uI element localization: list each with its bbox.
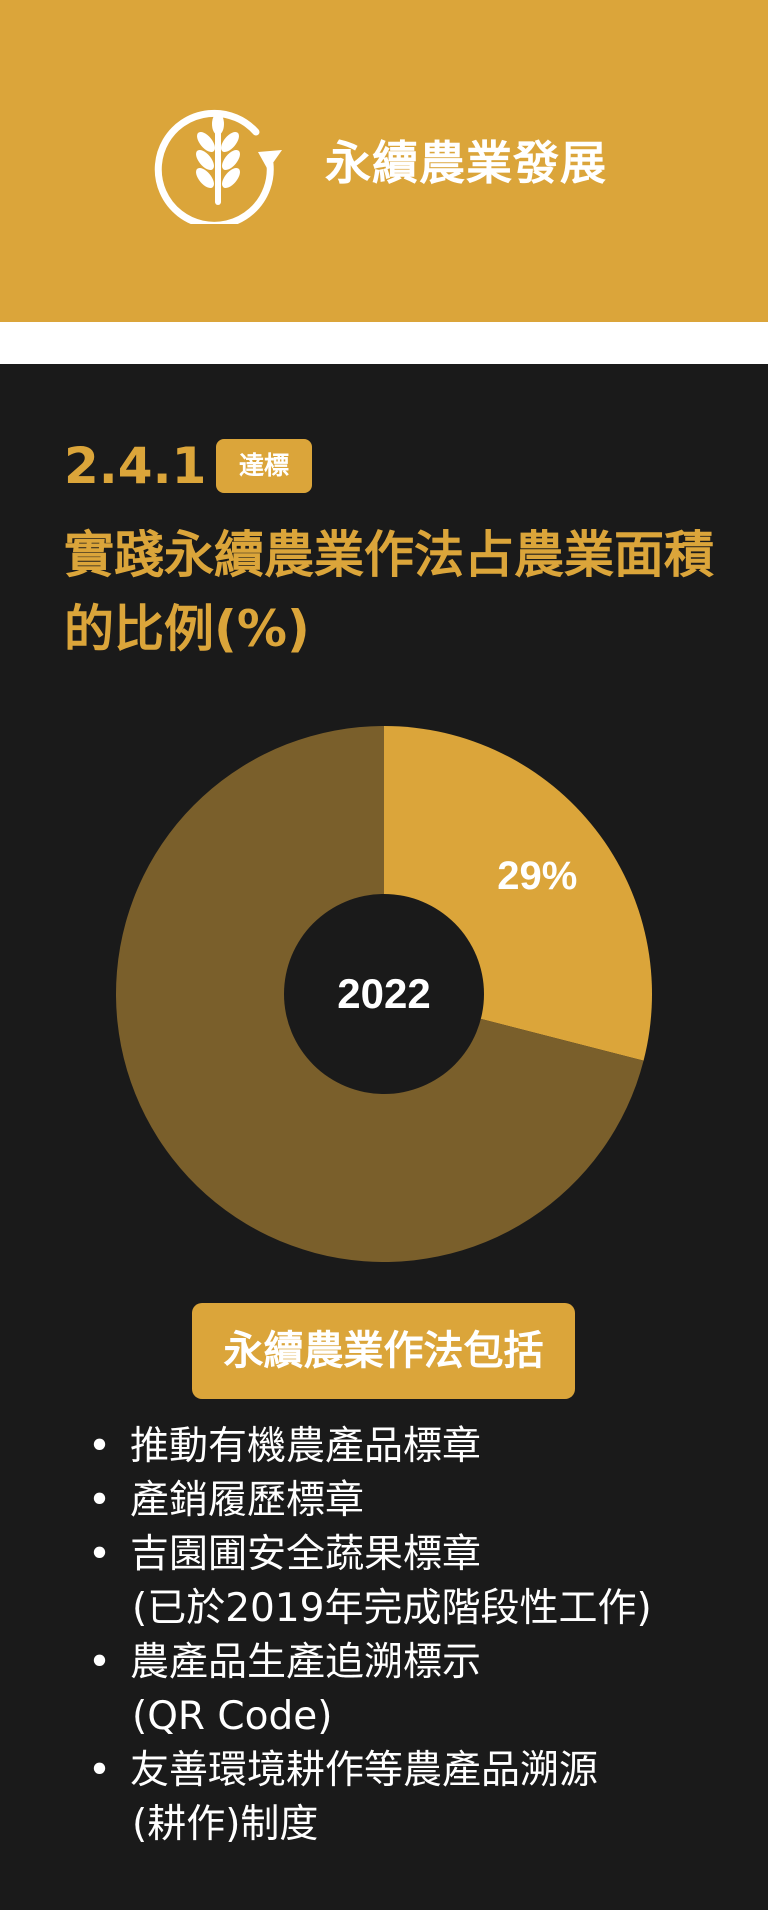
section-divider bbox=[0, 322, 768, 364]
list-item: • 推動有機農產品標章 bbox=[88, 1420, 728, 1474]
list-item-subtext: (已於2019年完成階段性工作) bbox=[132, 1586, 652, 1631]
list-item-text: 產銷履歷標章 bbox=[130, 1478, 365, 1523]
bullet: • bbox=[88, 1532, 112, 1577]
methods-heading: 永續農業作法包括 bbox=[192, 1303, 575, 1399]
list-item: • 產銷履歷標章 bbox=[88, 1474, 728, 1528]
bullet: • bbox=[88, 1748, 112, 1793]
list-item: • 農產品生產追溯標示 (QR Code) bbox=[88, 1636, 728, 1744]
bullet: • bbox=[88, 1424, 112, 1469]
bullet: • bbox=[88, 1640, 112, 1685]
status-badge: 達標 bbox=[216, 439, 312, 493]
list-item-text: 農產品生產追溯標示 bbox=[130, 1640, 482, 1685]
chart-title: 實踐永續農業作法占農業面積的比例(%) bbox=[64, 526, 714, 658]
list-item: • 吉園圃安全蔬果標章 (已於2019年完成階段性工作) bbox=[88, 1528, 728, 1636]
list-item-subtext: (耕作)制度 bbox=[132, 1802, 319, 1847]
donut-chart: 29% 2022 bbox=[115, 726, 652, 1262]
wheat-cycle-icon bbox=[154, 109, 282, 224]
list-item-text: 友善環境耕作等農產品溯源 bbox=[130, 1748, 599, 1793]
page-title: 永續農業發展 bbox=[325, 136, 607, 190]
methods-list: • 推動有機農產品標章 • 產銷履歷標章 • 吉園圃安全蔬果標章 (已於2019… bbox=[88, 1420, 728, 1852]
list-item-text: 推動有機農產品標章 bbox=[130, 1424, 482, 1469]
slice-label-0: 29% bbox=[497, 854, 577, 898]
indicator-code: 2.4.1 bbox=[64, 437, 207, 495]
center-label: 2022 bbox=[337, 970, 430, 1017]
list-item-subtext: (QR Code) bbox=[132, 1694, 333, 1739]
list-item-text: 吉園圃安全蔬果標章 bbox=[130, 1532, 482, 1577]
header-banner: 永續農業發展 bbox=[0, 0, 768, 322]
list-item: • 友善環境耕作等農產品溯源 (耕作)制度 bbox=[88, 1744, 728, 1852]
bullet: • bbox=[88, 1478, 112, 1523]
